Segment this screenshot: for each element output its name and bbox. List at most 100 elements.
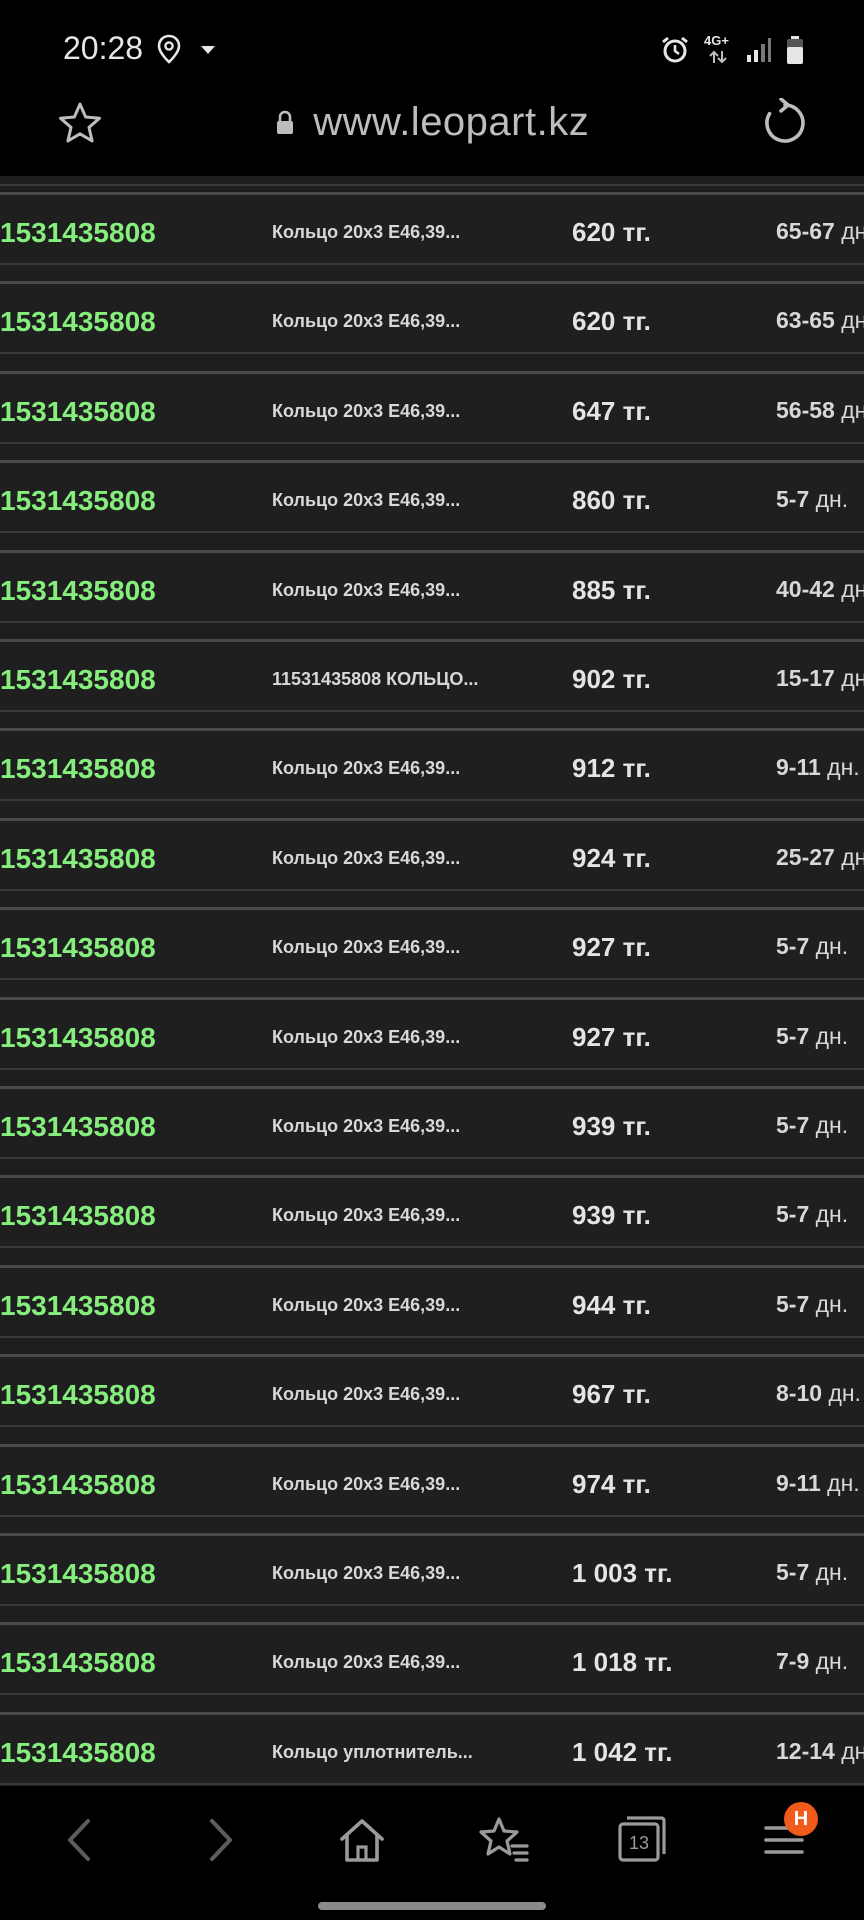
network-type: 4G+ <box>704 33 729 48</box>
part-number[interactable]: 1531435808 <box>0 753 156 785</box>
part-number[interactable]: 1531435808 <box>0 575 156 607</box>
delivery-term: 5-7 дн. <box>776 1559 848 1586</box>
table-row[interactable]: 1531435808 Кольцо 20x3 E46,39... 939 тг. 5-… <box>0 1086 864 1159</box>
delivery-term: 9-11 дн. <box>776 1470 860 1497</box>
part-number[interactable]: 1531435808 <box>0 1022 156 1054</box>
part-price: 927 тг. <box>572 932 651 962</box>
delivery-unit: дн. <box>815 486 849 512</box>
table-row[interactable]: 1531435808 Кольцо 20x3 E46,39... 912 тг. 9-… <box>0 728 864 801</box>
table-row[interactable]: 1531435808 11531435808 КОЛЬЦО... 902 тг. 15… <box>0 639 864 712</box>
lock-icon <box>276 110 293 134</box>
delivery-term: 15-17 дн <box>776 665 864 692</box>
part-name: Кольцо 20x3 E46,39... <box>272 1205 461 1225</box>
back-button[interactable] <box>52 1812 108 1868</box>
delivery-days: 5-7 <box>776 486 810 512</box>
part-number[interactable]: 1531435808 <box>0 1558 156 1590</box>
status-icons: 4G+ <box>660 30 804 70</box>
delivery-days: 25-27 <box>776 844 835 870</box>
delivery-term: 5-7 дн. <box>776 1201 848 1228</box>
part-name: Кольцо 20x3 E46,39... <box>272 1384 461 1404</box>
delivery-days: 8-10 <box>776 1380 823 1406</box>
part-name: Кольцо 20x3 E46,39... <box>272 311 461 331</box>
part-number[interactable]: 1531435808 <box>0 1290 156 1322</box>
part-name: Кольцо 20x3 E46,39... <box>272 1652 461 1672</box>
part-price: 974 тг. <box>572 1469 651 1499</box>
delivery-unit: дн. <box>827 1470 860 1496</box>
part-number[interactable]: 1531435808 <box>0 1469 156 1501</box>
part-price: 912 тг. <box>572 753 651 783</box>
table-row[interactable]: 1531435808 Кольцо уплотнитель... 1 042 тг.… <box>0 1712 864 1785</box>
table-row[interactable]: 1531435808 Кольцо 20x3 E46,39... 1 003 тг.… <box>0 1533 864 1606</box>
table-row[interactable]: 1531435808 Кольцо 20x3 E46,39... 939 тг. 5-… <box>0 1175 864 1248</box>
delivery-unit: дн <box>841 844 864 870</box>
table-row[interactable]: 1531435808 Кольцо 20x3 E46,39... 620 тг. 65… <box>0 192 864 265</box>
part-number[interactable]: 1531435808 <box>0 1111 156 1143</box>
table-row[interactable]: 1531435808 Кольцо 20x3 E46,39... 967 тг. 8-… <box>0 1354 864 1427</box>
part-number[interactable]: 1531435808 <box>0 485 156 517</box>
part-name: Кольцо 20x3 E46,39... <box>272 1563 461 1583</box>
part-number[interactable]: 1531435808 <box>0 932 156 964</box>
part-number[interactable]: 1531435808 <box>0 217 156 249</box>
tabs-button[interactable]: 13 <box>614 1812 670 1868</box>
delivery-unit: дн <box>841 665 864 691</box>
delivery-unit: дн <box>841 307 864 333</box>
status-time: 20:28 <box>63 30 144 66</box>
network-indicator: 4G+ <box>704 33 732 67</box>
delivery-unit: дн <box>841 576 864 602</box>
delivery-days: 9-11 <box>776 754 821 780</box>
table-row[interactable]: 1531435808 Кольцо 20x3 E46,39... 924 тг. 25… <box>0 818 864 891</box>
alarm-icon <box>662 36 688 63</box>
table-row[interactable]: 1531435808 Кольцо 20x3 E46,39... 974 тг. 9-… <box>0 1444 864 1517</box>
part-price: 1 018 тг. <box>572 1647 673 1677</box>
part-name: Кольцо 20x3 E46,39... <box>272 1474 461 1494</box>
table-row[interactable]: 1531435808 Кольцо 20x3 E46,39... 927 тг. 5-… <box>0 907 864 980</box>
delivery-term: 5-7 дн. <box>776 1112 848 1139</box>
part-price: 939 тг. <box>572 1111 651 1141</box>
table-row[interactable]: 1531435808 Кольцо 20x3 E46,39... 885 тг. 40… <box>0 550 864 623</box>
browser-address-bar: www.leopart.kz <box>0 96 864 176</box>
delivery-unit: дн. <box>815 933 849 959</box>
delivery-unit: дн <box>841 218 864 244</box>
delivery-unit: дн <box>841 397 864 423</box>
results-list: 1531435808 Кольцо 20x3 E46,39... 620 тг. 65… <box>0 176 864 1786</box>
part-number[interactable]: 1531435808 <box>0 306 156 338</box>
reload-icon[interactable] <box>760 98 810 148</box>
part-price: 902 тг. <box>572 664 651 694</box>
delivery-days: 5-7 <box>776 933 810 959</box>
part-number[interactable]: 1531435808 <box>0 1737 156 1769</box>
part-number[interactable]: 1531435808 <box>0 1379 156 1411</box>
part-number[interactable]: 1531435808 <box>0 664 156 696</box>
table-row[interactable]: 1531435808 Кольцо 20x3 E46,39... 927 тг. 5-… <box>0 997 864 1070</box>
part-name: Кольцо 20x3 E46,39... <box>272 848 461 868</box>
home-icon <box>340 1819 384 1862</box>
table-row[interactable]: 1531435808 Кольцо 20x3 E46,39... 647 тг. 56… <box>0 371 864 444</box>
part-name: Кольцо 20x3 E46,39... <box>272 222 461 242</box>
chevron-left-icon <box>68 1819 90 1861</box>
table-row[interactable]: 1531435808 Кольцо 20x3 E46,39... 620 тг. 63… <box>0 281 864 354</box>
part-number[interactable]: 1531435808 <box>0 843 156 875</box>
home-indicator[interactable] <box>318 1902 546 1910</box>
table-row[interactable]: 1531435808 Кольцо 20x3 E46,39... 944 тг. 5-… <box>0 1265 864 1338</box>
table-row[interactable]: 1531435808 Кольцо 20x3 E46,39... 1 018 тг.… <box>0 1622 864 1695</box>
part-price: 860 тг. <box>572 485 651 515</box>
bookmarks-star-list-icon <box>479 1817 529 1862</box>
home-button[interactable] <box>334 1812 390 1868</box>
delivery-unit: дн. <box>815 1201 849 1227</box>
delivery-term: 9-11 дн. <box>776 754 860 781</box>
part-number[interactable]: 1531435808 <box>0 396 156 428</box>
part-price: 939 тг. <box>572 1200 651 1230</box>
delivery-term: 40-42 дн <box>776 576 864 603</box>
delivery-unit: дн <box>841 1738 864 1764</box>
part-name: Кольцо 20x3 E46,39... <box>272 1027 461 1047</box>
part-number[interactable]: 1531435808 <box>0 1200 156 1232</box>
table-row[interactable]: 1531435808 Кольцо 20x3 E46,39... 860 тг. 5-… <box>0 460 864 533</box>
forward-button[interactable] <box>192 1812 248 1868</box>
part-price: 1 003 тг. <box>572 1558 673 1588</box>
delivery-term: 7-9 дн. <box>776 1648 848 1675</box>
url-display[interactable]: www.leopart.kz <box>0 100 864 145</box>
caret-down-icon <box>201 46 215 54</box>
delivery-term: 8-10 дн. <box>776 1380 861 1407</box>
part-number[interactable]: 1531435808 <box>0 1647 156 1679</box>
bookmarks-button[interactable] <box>476 1812 532 1868</box>
signal-icon <box>747 38 771 62</box>
